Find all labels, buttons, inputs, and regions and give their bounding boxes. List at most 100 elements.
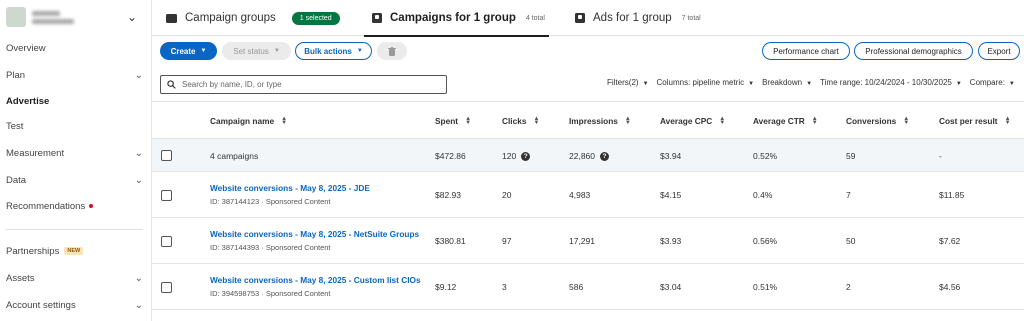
bulk-actions-label: Bulk actions	[304, 46, 352, 56]
cell-avg-ctr: 0.56%	[753, 236, 778, 246]
campaigns-table: Campaign name ▲ ▼ Spent ▲ ▼ Clicks ▲ ▼ Impress…	[152, 101, 1024, 310]
row-checkbox[interactable]	[161, 282, 172, 293]
column-header-cost-per-result[interactable]: Cost per result ▲ ▼	[939, 116, 1011, 126]
cell-cost-per-result: $4.56	[939, 282, 961, 292]
help-icon[interactable]: ?	[521, 152, 531, 162]
campaign-name-link[interactable]: Website conversions - May 8, 2025 - NetS…	[210, 229, 419, 239]
cell-spent: $9.12	[435, 282, 457, 292]
campaign-icon	[372, 13, 382, 23]
breakdown-dropdown[interactable]: Breakdown ▼	[762, 78, 812, 87]
nav-item-partnerships[interactable]: Partnerships NEW	[6, 242, 143, 260]
filters-dropdown[interactable]: Filters(2) ▼	[607, 78, 649, 87]
left-navigation: ⌄ Overview Plan ⌄ Advertise Test Measure…	[0, 0, 152, 321]
bulk-actions-button[interactable]: Bulk actions ▼	[295, 42, 372, 60]
performance-chart-button[interactable]: Performance chart	[762, 42, 850, 60]
summary-spent: $472.86	[435, 151, 466, 161]
cell-avg-cpc: $3.04	[660, 282, 682, 292]
campaign-name-link[interactable]: Website conversions - May 8, 2025 - Cust…	[210, 275, 421, 285]
cell-clicks: 3	[502, 282, 507, 292]
chevron-down-icon: ⌄	[134, 174, 143, 186]
cell-avg-ctr: 0.51%	[753, 282, 778, 292]
nav-item-account-settings[interactable]: Account settings ⌄	[6, 296, 143, 314]
tab-ads[interactable]: Ads for 1 group 7 total	[575, 0, 701, 36]
header-label: Spent	[435, 116, 459, 126]
filters-label: Filters(2)	[607, 78, 639, 87]
cell-avg-cpc: $3.93	[660, 236, 682, 246]
compare-dropdown[interactable]: Compare: ▼	[970, 78, 1015, 87]
column-header-average-ctr[interactable]: Average CTR ▲ ▼	[753, 116, 818, 126]
summary-impressions: 22,860?	[569, 151, 609, 162]
compare-label: Compare:	[969, 78, 1005, 87]
nav-item-advertise[interactable]: Advertise	[6, 92, 143, 110]
campaign-meta: ID: 394598753 · Sponsored Content	[210, 289, 331, 298]
search-input[interactable]	[182, 80, 432, 89]
summary-name: 4 campaigns	[210, 151, 259, 161]
header-label: Cost per result	[939, 116, 998, 126]
cell-conversions: 50	[846, 236, 856, 246]
summary-conversions: 59	[846, 151, 856, 161]
create-label: Create	[170, 46, 196, 56]
cell-conversions: 2	[846, 282, 851, 292]
nav-item-plan[interactable]: Plan ⌄	[6, 66, 143, 84]
row-checkbox[interactable]	[161, 236, 172, 247]
column-header-clicks[interactable]: Clicks ▲ ▼	[502, 116, 539, 126]
summary-impressions-value: 22,860	[569, 151, 595, 161]
performance-chart-label: Performance chart	[773, 46, 839, 56]
campaign-name-link[interactable]: Website conversions - May 8, 2025 - JDE	[210, 183, 370, 193]
campaign-meta: ID: 387144123 · Sponsored Content	[210, 197, 331, 206]
nav-item-measurement[interactable]: Measurement ⌄	[6, 144, 143, 162]
table-row: Website conversions - May 8, 2025 - JDE …	[152, 172, 1024, 218]
chevron-down-icon: ⌄	[134, 272, 143, 284]
tab-count: 4 total	[525, 14, 545, 22]
sort-icon: ▲ ▼	[465, 116, 472, 126]
account-name-redacted	[32, 10, 74, 24]
nav-label: Plan	[6, 69, 26, 81]
column-header-spent[interactable]: Spent ▲ ▼	[435, 116, 471, 126]
help-icon[interactable]: ?	[600, 152, 609, 162]
chevron-down-icon: ⌄	[134, 69, 143, 81]
set-status-label: Set status	[233, 46, 269, 56]
create-button[interactable]: Create ▼	[160, 42, 217, 60]
tab-campaign-groups[interactable]: Campaign groups 1 selected	[166, 0, 340, 36]
tab-label: Ads for 1 group	[593, 12, 672, 24]
nav-label: Recommendations	[6, 200, 86, 212]
column-header-conversions[interactable]: Conversions ▲ ▼	[846, 116, 909, 126]
search-box[interactable]	[160, 75, 447, 94]
professional-demographics-button[interactable]: Professional demographics	[854, 42, 973, 60]
caret-down-icon: ▼	[273, 48, 280, 54]
selected-count-badge[interactable]: 1 selected	[291, 11, 340, 25]
column-header-average-cpc[interactable]: Average CPC ▲ ▼	[660, 116, 725, 126]
time-range-dropdown[interactable]: Time range: 10/24/2024 - 10/30/2025 ▼	[820, 78, 962, 87]
nav-item-data[interactable]: Data ⌄	[6, 171, 143, 189]
chevron-down-icon: ⌄	[134, 147, 143, 159]
nav-divider	[6, 229, 143, 230]
nav-item-overview[interactable]: Overview	[6, 39, 143, 57]
export-button[interactable]: Export	[978, 42, 1020, 60]
row-checkbox[interactable]	[161, 190, 172, 201]
search-icon	[167, 80, 176, 89]
delete-button[interactable]	[377, 42, 407, 60]
caret-down-icon: ▼	[200, 48, 207, 54]
filter-bar: Filters(2) ▼ Columns: pipeline metric ▼ Br…	[607, 78, 1024, 87]
nav-item-recommendations[interactable]: Recommendations	[6, 197, 143, 215]
columns-dropdown[interactable]: Columns: pipeline metric ▼	[657, 78, 755, 87]
account-avatar	[6, 7, 26, 27]
campaign-cell: Website conversions - May 8, 2025 - Cust…	[210, 275, 421, 298]
column-header-impressions[interactable]: Impressions ▲ ▼	[569, 116, 631, 126]
nav-label: Account settings	[6, 299, 76, 311]
select-all-checkbox[interactable]	[161, 150, 172, 161]
account-switcher[interactable]: ⌄	[0, 0, 151, 34]
table-summary-row: 4 campaigns $472.86 120? 22,860? $3.94 0…	[152, 139, 1024, 172]
set-status-button[interactable]: Set status ▼	[222, 42, 291, 60]
cell-spent: $82.93	[435, 190, 461, 200]
sort-icon: ▲ ▼	[903, 116, 910, 126]
professional-demographics-label: Professional demographics	[865, 46, 962, 56]
nav-item-test[interactable]: Test	[6, 117, 143, 135]
caret-down-icon: ▼	[1008, 81, 1015, 87]
tab-campaigns[interactable]: Campaigns for 1 group 4 total	[364, 0, 549, 37]
sort-icon: ▲ ▼	[1004, 116, 1011, 126]
column-header-campaign-name[interactable]: Campaign name ▲ ▼	[210, 116, 287, 126]
caret-down-icon: ▼	[806, 81, 813, 87]
caret-down-icon: ▼	[748, 81, 755, 87]
nav-item-assets[interactable]: Assets ⌄	[6, 269, 143, 287]
